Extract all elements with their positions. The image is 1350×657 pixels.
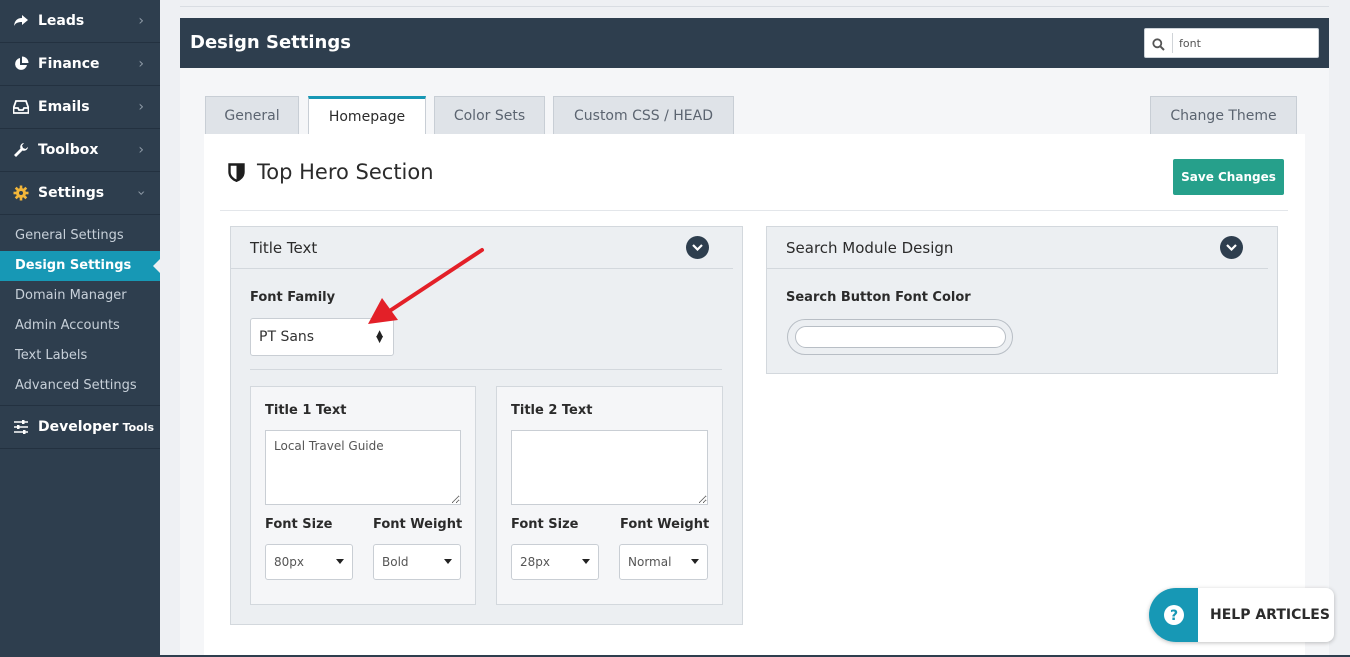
title1-font-size-select[interactable]: 80px (265, 544, 353, 580)
sidebar-subitem-design-settings[interactable]: Design Settings (0, 251, 160, 281)
save-changes-button[interactable]: Save Changes (1173, 159, 1284, 195)
tab-custom-css-head[interactable]: Custom CSS / HEAD (553, 96, 734, 134)
search-module-card: Search Module Design Search Button Font … (766, 226, 1278, 374)
font-weight-label: Font Weight (373, 517, 463, 532)
sidebar-item-label: Settings (38, 185, 105, 201)
sort-icon: ▲ ▼ (376, 329, 383, 345)
title2-font-size-select[interactable]: 28px (511, 544, 599, 580)
caret-down-icon (444, 559, 452, 564)
sidebar-item-developer-tools[interactable]: Developer Tools (0, 406, 160, 449)
help-icon-wrap: ? (1149, 588, 1198, 642)
sidebar-item-settings[interactable]: Settings › (0, 172, 160, 215)
font-weight-label: Font Weight (620, 517, 710, 532)
chevron-right-icon: › (138, 56, 144, 72)
annotation-arrow-icon (368, 248, 484, 324)
tab-homepage[interactable]: Homepage (308, 96, 426, 134)
select-value: 80px (274, 555, 304, 569)
caret-down-icon (336, 559, 344, 564)
sidebar-subitem-admin-accounts[interactable]: Admin Accounts (0, 311, 160, 341)
collapse-toggle-icon[interactable] (1220, 236, 1243, 259)
title1-font-weight-select[interactable]: Bold (373, 544, 461, 580)
page-title: Design Settings (190, 32, 351, 53)
main-panel: General Homepage Color Sets Custom CSS /… (180, 68, 1329, 657)
page-header: Design Settings (180, 18, 1329, 68)
sidebar-item-label: Toolbox (38, 142, 99, 158)
select-value: PT Sans (259, 329, 315, 345)
card-title: Title Text (250, 238, 318, 257)
sidebar-item-label: Developer (38, 419, 119, 435)
caret-down-icon (582, 559, 590, 564)
title1-textarea[interactable]: Local Travel Guide (265, 430, 461, 505)
settings-submenu: General Settings Design Settings Domain … (0, 215, 160, 406)
card-header: Search Module Design (767, 227, 1268, 269)
title1-subcard: Title 1 Text Local Travel Guide Font Siz… (250, 386, 476, 605)
sidebar-item-leads[interactable]: Leads › (0, 0, 160, 43)
chevron-right-icon: › (138, 142, 144, 158)
color-input[interactable] (795, 326, 1006, 348)
chevron-right-icon: › (138, 13, 144, 29)
font-size-label: Font Size (265, 517, 333, 532)
title2-font-weight-select[interactable]: Normal (619, 544, 708, 580)
sliders-icon (12, 418, 30, 436)
card-divider (250, 369, 722, 370)
tab-content: Top Hero Section Save Changes Title Text… (204, 134, 1305, 657)
change-theme-button[interactable]: Change Theme (1150, 96, 1297, 134)
help-articles-button[interactable]: ? HELP ARTICLES (1149, 588, 1334, 642)
top-divider (180, 6, 1329, 7)
pie-chart-icon (12, 55, 30, 73)
collapse-toggle-icon[interactable] (686, 236, 709, 259)
sidebar: Leads › Finance › Emails › Toolbox › Set… (0, 0, 160, 655)
title2-textarea[interactable] (511, 430, 708, 505)
sidebar-item-label: Emails (38, 99, 90, 115)
select-value: Bold (382, 555, 409, 569)
chevron-down-icon: › (133, 190, 150, 196)
select-value: Normal (628, 555, 672, 569)
select-value: 28px (520, 555, 550, 569)
caret-down-icon (691, 559, 699, 564)
font-family-label: Font Family (250, 290, 336, 305)
search-divider (1172, 33, 1173, 53)
sidebar-subitem-general-settings[interactable]: General Settings (0, 221, 160, 251)
tab-general[interactable]: General (205, 96, 299, 134)
font-size-label: Font Size (511, 517, 579, 532)
question-circle-icon: ? (1163, 605, 1184, 625)
wrench-icon (12, 141, 30, 159)
color-picker-field[interactable] (787, 319, 1013, 355)
sidebar-subitem-domain-manager[interactable]: Domain Manager (0, 281, 160, 311)
chevron-right-icon: › (138, 99, 144, 115)
sidebar-item-label: Leads (38, 13, 85, 29)
sidebar-item-suffix: Tools (122, 420, 155, 434)
shield-icon (228, 162, 245, 182)
title2-subcard: Title 2 Text Font Size Font Weight 28px … (496, 386, 723, 605)
sidebar-subitem-text-labels[interactable]: Text Labels (0, 341, 160, 371)
section-title: Top Hero Section (257, 160, 434, 184)
sidebar-item-label: Finance (38, 56, 100, 72)
search-box[interactable] (1144, 28, 1319, 58)
sidebar-item-finance[interactable]: Finance › (0, 43, 160, 86)
svg-text:?: ? (1169, 608, 1177, 624)
section-divider (220, 210, 1288, 211)
title2-label: Title 2 Text (511, 403, 593, 418)
section-header: Top Hero Section (228, 160, 434, 184)
card-title: Search Module Design (786, 238, 954, 257)
sidebar-subitem-advanced-settings[interactable]: Advanced Settings (0, 371, 160, 401)
share-arrow-icon (12, 12, 30, 30)
help-articles-label: HELP ARTICLES (1210, 607, 1330, 623)
sidebar-item-toolbox[interactable]: Toolbox › (0, 129, 160, 172)
inbox-icon (12, 98, 30, 116)
tab-color-sets[interactable]: Color Sets (434, 96, 545, 134)
search-button-font-color-label: Search Button Font Color (786, 290, 971, 305)
search-input[interactable] (1179, 34, 1309, 52)
title1-label: Title 1 Text (265, 403, 347, 418)
sidebar-item-emails[interactable]: Emails › (0, 86, 160, 129)
gear-icon (12, 184, 30, 202)
search-icon (1152, 36, 1165, 55)
